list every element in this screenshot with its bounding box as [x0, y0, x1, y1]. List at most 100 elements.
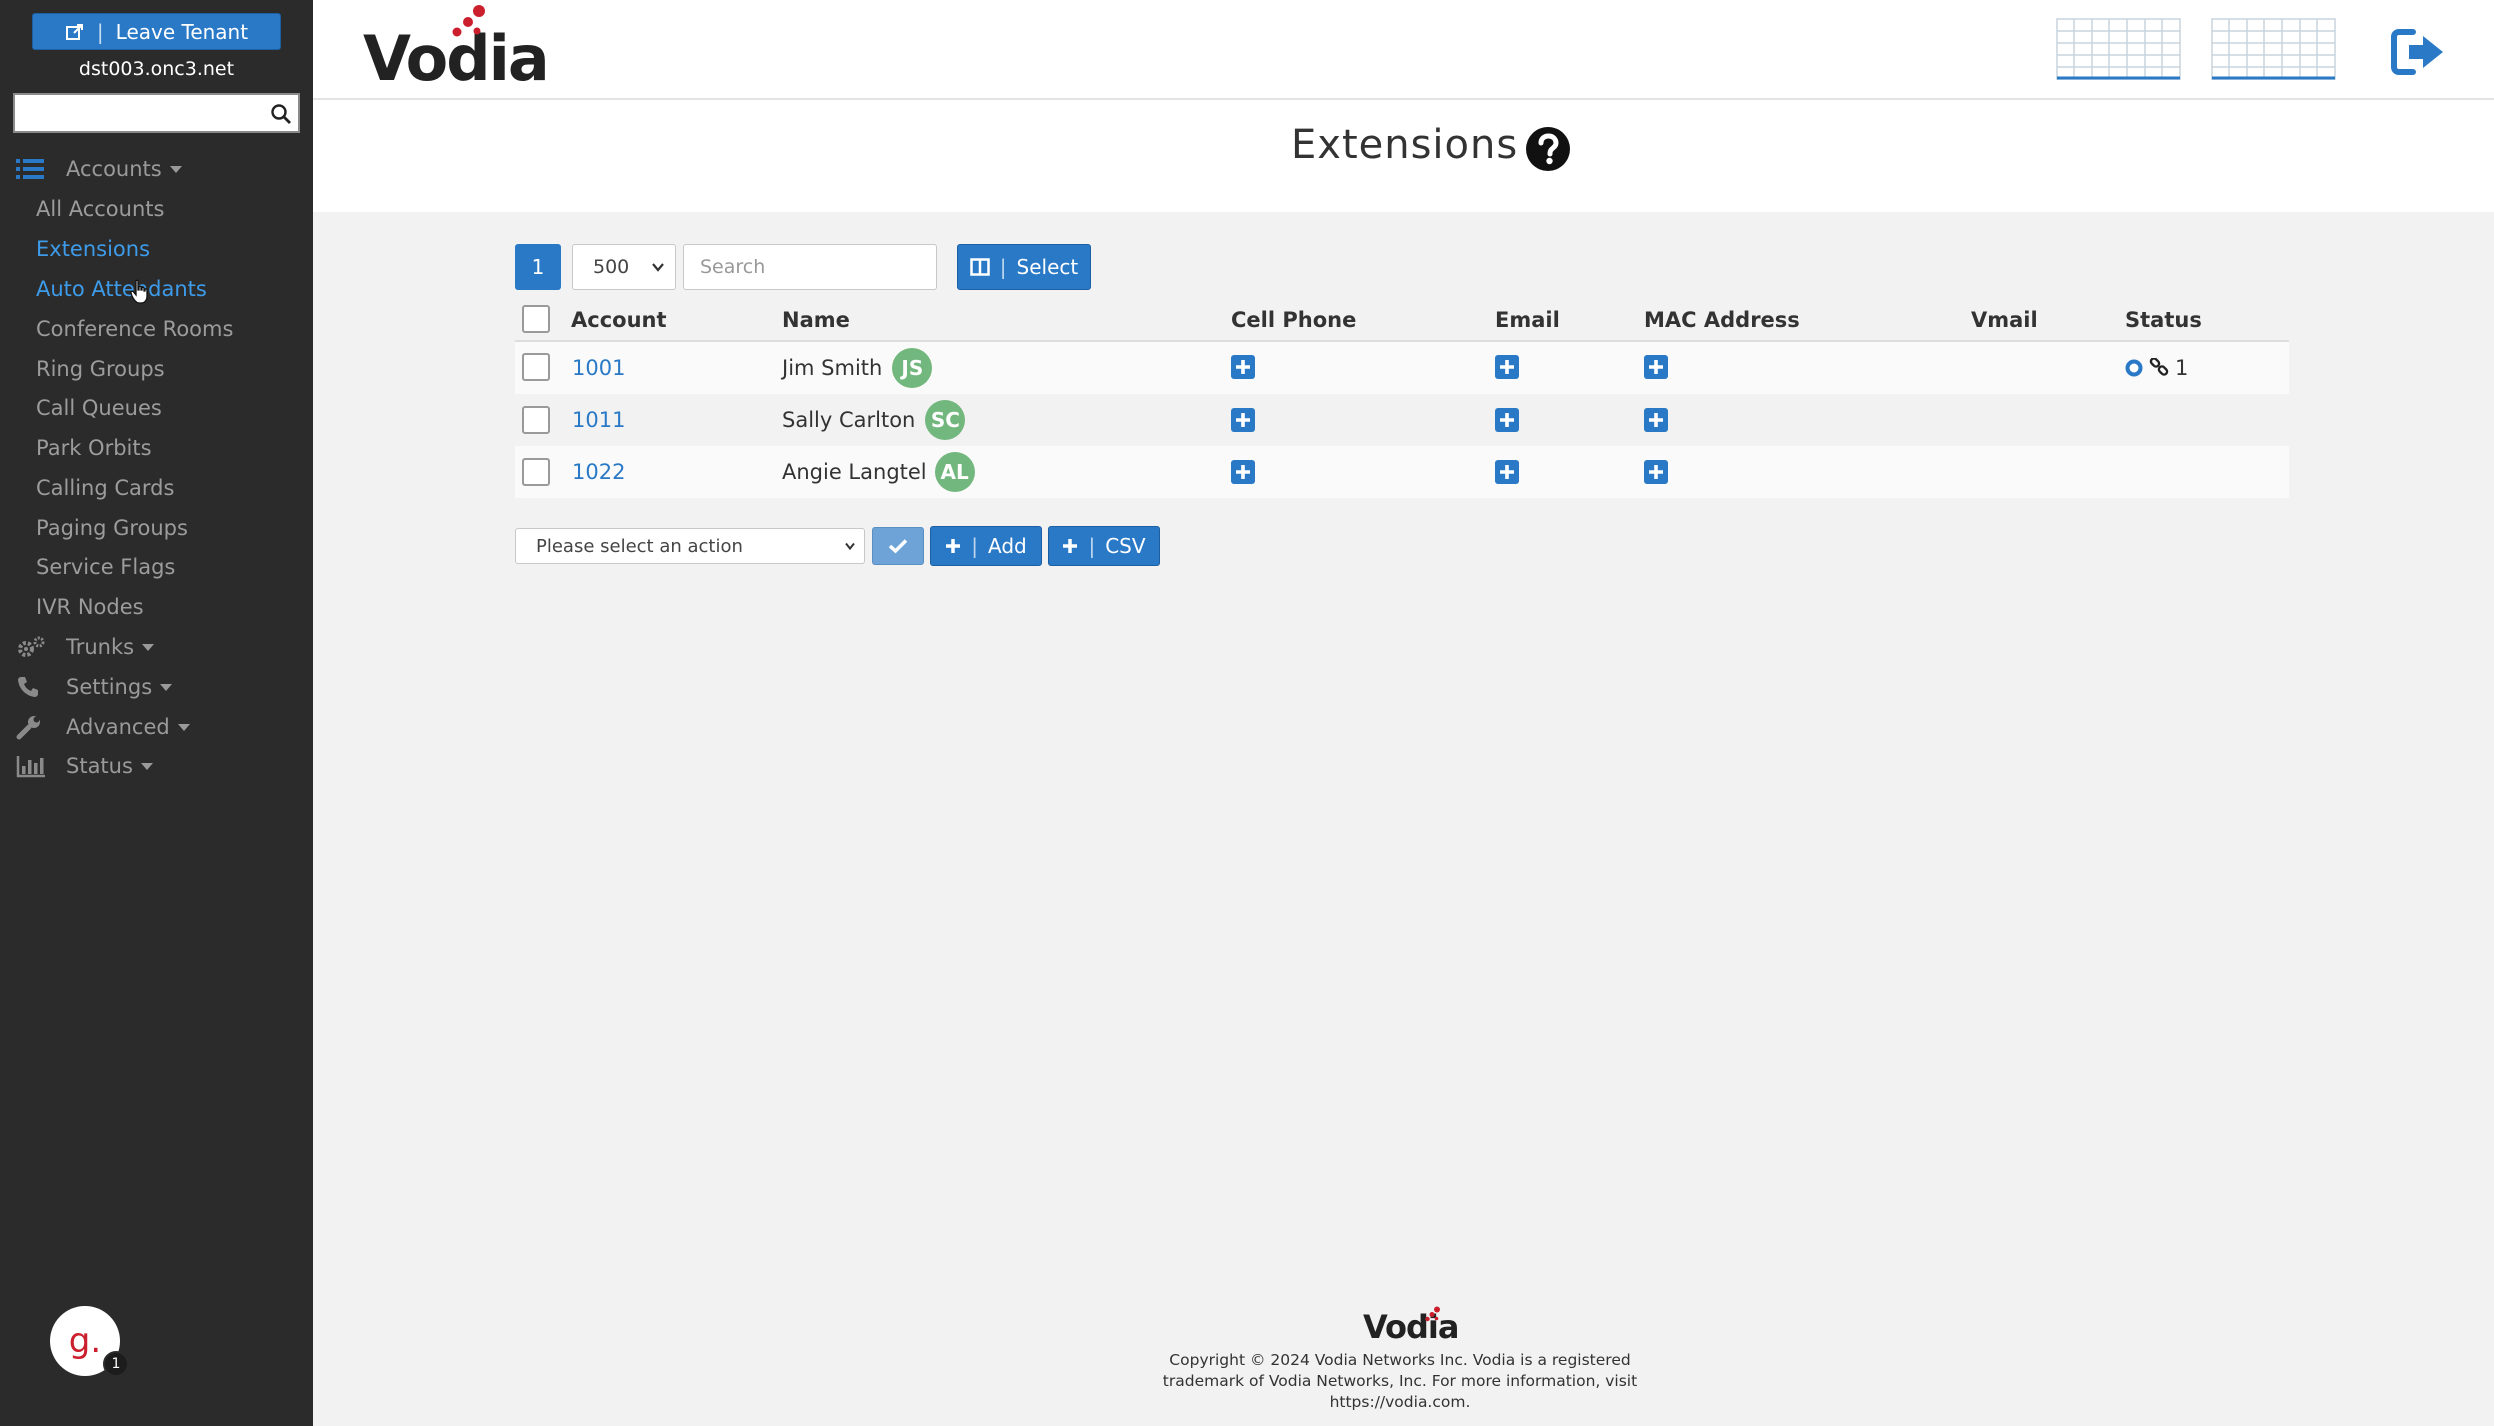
caret-down-icon: [140, 762, 153, 770]
account-link[interactable]: 1001: [572, 356, 625, 380]
table-search: [683, 244, 937, 290]
add-cell-phone-icon[interactable]: [1231, 460, 1255, 484]
button-separator: |: [999, 255, 1007, 279]
column-header-mac-address[interactable]: MAC Address: [1644, 303, 1800, 337]
select-columns-button[interactable]: | Select: [957, 244, 1091, 290]
name-cell: Sally Carlton SC: [782, 394, 966, 446]
button-separator: |: [1088, 534, 1096, 558]
add-mac-address-icon[interactable]: [1644, 460, 1668, 484]
add-csv-button[interactable]: | CSV: [1048, 526, 1160, 566]
sidebar-item-extensions[interactable]: Extensions: [36, 232, 150, 266]
nav-category-advanced[interactable]: Advanced: [16, 710, 190, 744]
account-cell: 1001: [572, 342, 625, 394]
bulk-action-select[interactable]: Please select an action: [515, 528, 865, 564]
add-email-icon[interactable]: [1495, 355, 1519, 379]
leave-tenant-button[interactable]: | Leave Tenant: [32, 13, 281, 50]
sidebar-item-ring-groups[interactable]: Ring Groups: [36, 352, 165, 386]
status-count: 1: [2175, 356, 2189, 380]
caret-down-icon: [142, 643, 155, 651]
nav-category-label: Accounts: [66, 157, 162, 181]
top-header: Vodia: [313, 0, 2494, 100]
logo-dots-icon: [1425, 1306, 1440, 1322]
sidebar-item-conference-rooms[interactable]: Conference Rooms: [36, 312, 233, 346]
add-email-icon[interactable]: [1495, 460, 1519, 484]
nav-category-label: Trunks: [66, 635, 135, 659]
button-separator: |: [971, 534, 978, 558]
caret-down-icon: [160, 683, 173, 691]
logo-dots-icon: [452, 5, 485, 37]
chevron-down-icon: [845, 542, 855, 551]
page-title: Extensions: [1291, 122, 1519, 168]
csv-label: CSV: [1105, 534, 1146, 558]
account-link[interactable]: 1011: [572, 408, 625, 432]
caret-down-icon: [177, 723, 190, 731]
column-header-account[interactable]: Account: [571, 303, 667, 337]
sidebar-item-auto-attendants[interactable]: Auto Attendants: [36, 272, 207, 306]
bar-chart-icon: [16, 754, 46, 778]
help-icon[interactable]: [1525, 126, 1571, 172]
nav-category-status[interactable]: Status: [16, 749, 153, 783]
pagination-page-1[interactable]: 1: [515, 244, 561, 290]
nav-category-trunks[interactable]: Trunks: [16, 630, 155, 664]
add-email-icon[interactable]: [1495, 408, 1519, 432]
sidebar-item-calling-cards[interactable]: Calling Cards: [36, 471, 174, 505]
link-icon: [2149, 358, 2169, 376]
select-label: Select: [1016, 255, 1079, 279]
add-label: Add: [988, 534, 1027, 558]
column-header-email[interactable]: Email: [1495, 303, 1560, 337]
sidebar-item-all-accounts[interactable]: All Accounts: [36, 192, 164, 226]
external-link-icon: [65, 23, 83, 40]
add-extension-button[interactable]: | Add: [930, 526, 1042, 566]
sidebar-item-park-orbits[interactable]: Park Orbits: [36, 431, 152, 465]
check-icon: [888, 539, 908, 554]
hand-pointer-icon: [130, 279, 148, 304]
sidebar-item-service-flags[interactable]: Service Flags: [36, 550, 175, 584]
page-size-value: 500: [593, 256, 630, 278]
sidebar-search-input[interactable]: [15, 95, 298, 131]
plus-icon: [1063, 539, 1078, 553]
account-cell: 1011: [572, 394, 625, 446]
extension-name: Angie Langtel: [782, 460, 927, 484]
avatar: AL: [934, 452, 975, 492]
page-size-select[interactable]: 500: [572, 244, 676, 290]
nav-category-accounts[interactable]: Accounts: [16, 152, 182, 186]
calendar-grid-icon[interactable]: [2056, 18, 2181, 80]
footer-line: trademark of Vodia Networks, Inc. For mo…: [1162, 1372, 1638, 1390]
account-link[interactable]: 1022: [572, 460, 625, 484]
row-checkbox[interactable]: [522, 353, 550, 381]
row-checkbox[interactable]: [522, 406, 550, 434]
wrench-icon: [16, 715, 46, 740]
columns-icon: [970, 258, 990, 276]
extension-name: Jim Smith: [782, 356, 883, 380]
sidebar-search: [13, 93, 300, 133]
notification-badge: 1: [103, 1351, 129, 1377]
sidebar-item-call-queues[interactable]: Call Queues: [36, 391, 162, 425]
calendar-grid-icon[interactable]: [2211, 18, 2336, 80]
nav-category-settings[interactable]: Settings: [16, 670, 173, 704]
column-header-vmail[interactable]: Vmail: [1971, 303, 2038, 337]
column-header-name[interactable]: Name: [782, 303, 850, 337]
search-icon[interactable]: [270, 103, 292, 125]
registration-status-icon: [2125, 359, 2143, 377]
row-checkbox[interactable]: [522, 458, 550, 486]
footer-link[interactable]: https://vodia.com.: [1160, 1392, 1640, 1413]
table-search-input[interactable]: [684, 245, 936, 289]
phone-icon: [16, 675, 46, 699]
name-cell: Angie Langtel AL: [782, 446, 975, 498]
logout-icon[interactable]: [2391, 28, 2447, 76]
column-header-cell-phone[interactable]: Cell Phone: [1231, 303, 1356, 337]
footer-copyright: Copyright © 2024 Vodia Networks Inc. Vod…: [1160, 1350, 1640, 1413]
add-cell-phone-icon[interactable]: [1231, 355, 1255, 379]
apply-action-button[interactable]: [872, 527, 924, 565]
extension-name: Sally Carlton: [782, 408, 916, 432]
add-cell-phone-icon[interactable]: [1231, 408, 1255, 432]
column-header-status[interactable]: Status: [2125, 303, 2202, 337]
add-mac-address-icon[interactable]: [1644, 408, 1668, 432]
select-all-checkbox[interactable]: [522, 305, 550, 333]
sidebar-item-paging-groups[interactable]: Paging Groups: [36, 511, 188, 545]
plus-icon: [946, 539, 961, 553]
tenant-domain: dst003.onc3.net: [78, 58, 235, 80]
add-mac-address-icon[interactable]: [1644, 355, 1668, 379]
name-cell: Jim Smith JS: [782, 342, 933, 394]
sidebar-item-ivr-nodes[interactable]: IVR Nodes: [36, 590, 144, 624]
